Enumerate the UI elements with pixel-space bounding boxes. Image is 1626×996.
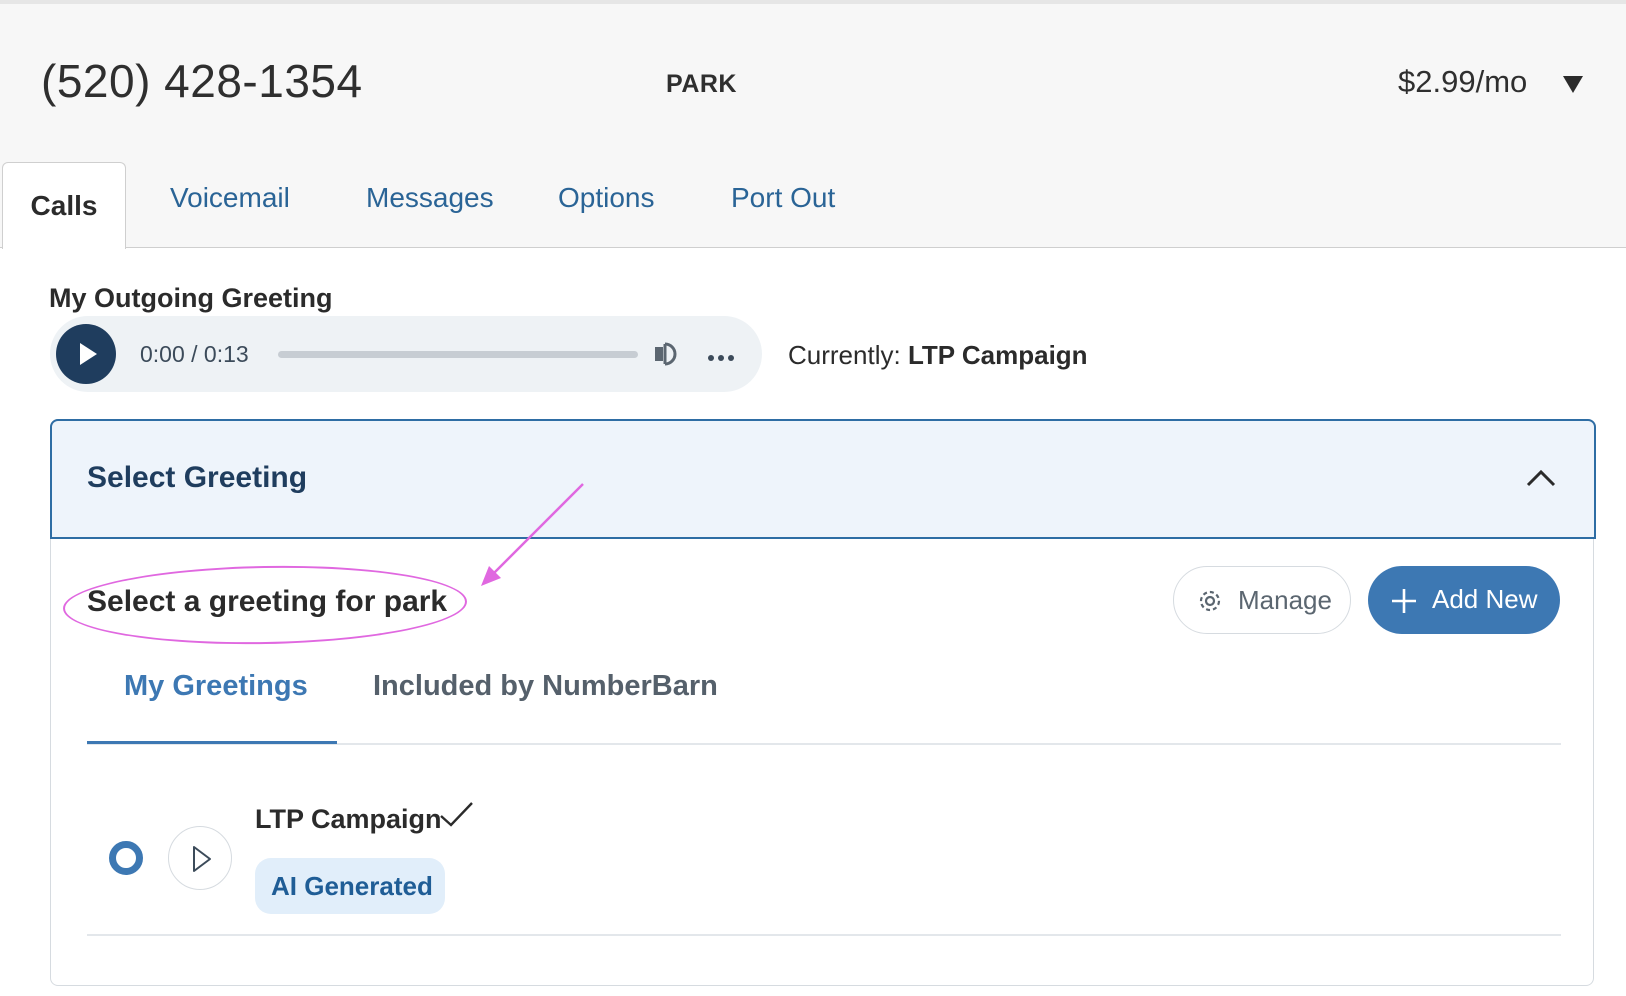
price: $2.99/mo <box>1398 64 1528 99</box>
number-header: (520) 428-1354 PARK $2.99/mo <box>0 4 1626 148</box>
manage-button[interactable]: Manage <box>1173 566 1351 634</box>
tab-calls[interactable]: Calls <box>2 162 126 249</box>
manage-label: Manage <box>1238 585 1332 615</box>
select-greeting-header[interactable]: Select Greeting <box>50 419 1596 539</box>
checkmark-icon <box>440 802 473 827</box>
plus-icon <box>1392 589 1416 613</box>
ai-generated-badge: AI Generated <box>255 858 445 914</box>
tab-port-out[interactable]: Port Out <box>731 182 835 214</box>
subtab-my-greetings[interactable]: My Greetings <box>124 670 308 703</box>
gear-icon <box>1199 590 1221 612</box>
tab-voicemail[interactable]: Voicemail <box>170 182 290 214</box>
select-greeting-card: Select Greeting Select a greeting for pa… <box>50 419 1596 986</box>
add-new-button[interactable]: Add New <box>1368 566 1560 634</box>
tab-bar: Calls Voicemail Messages Options Port Ou… <box>0 148 1626 249</box>
calls-panel: My Outgoing Greeting 0:00 / 0:13 Current… <box>0 249 1626 996</box>
phone-number: (520) 428-1354 <box>41 55 363 107</box>
current-greeting-value: LTP Campaign <box>907 340 1088 370</box>
play-outline-icon <box>193 846 211 872</box>
add-new-label: Add New <box>1432 584 1538 614</box>
chevron-up-icon[interactable] <box>1524 463 1558 493</box>
badge-label: AI Generated <box>271 871 433 901</box>
greeting-play-button[interactable] <box>168 826 232 890</box>
more-options-icon[interactable] <box>705 340 737 368</box>
annotation-arrow-icon <box>481 483 584 586</box>
greeting-name: LTP Campaign <box>255 804 442 834</box>
current-greeting: Currently: LTP Campaign <box>788 340 1088 371</box>
subtab-included-by-numberbarn[interactable]: Included by NumberBarn <box>373 670 718 703</box>
number-label: PARK <box>666 70 737 98</box>
outgoing-greeting-title: My Outgoing Greeting <box>49 283 333 313</box>
play-button[interactable] <box>56 324 116 384</box>
greeting-radio[interactable] <box>109 841 143 875</box>
caret-down-icon[interactable] <box>1562 74 1584 94</box>
volume-icon[interactable] <box>653 340 685 368</box>
tab-options[interactable]: Options <box>558 182 655 214</box>
audio-player: 0:00 / 0:13 <box>50 316 762 392</box>
subtab-active-indicator <box>87 741 337 744</box>
tab-messages[interactable]: Messages <box>366 182 494 214</box>
current-greeting-prefix: Currently: <box>788 340 901 370</box>
greeting-instruction: Select a greeting for park <box>87 585 448 618</box>
play-icon <box>80 343 97 365</box>
row-divider <box>87 934 1561 936</box>
seek-bar[interactable] <box>278 351 638 358</box>
select-greeting-title: Select Greeting <box>87 461 308 494</box>
playback-time: 0:00 / 0:13 <box>140 341 249 367</box>
